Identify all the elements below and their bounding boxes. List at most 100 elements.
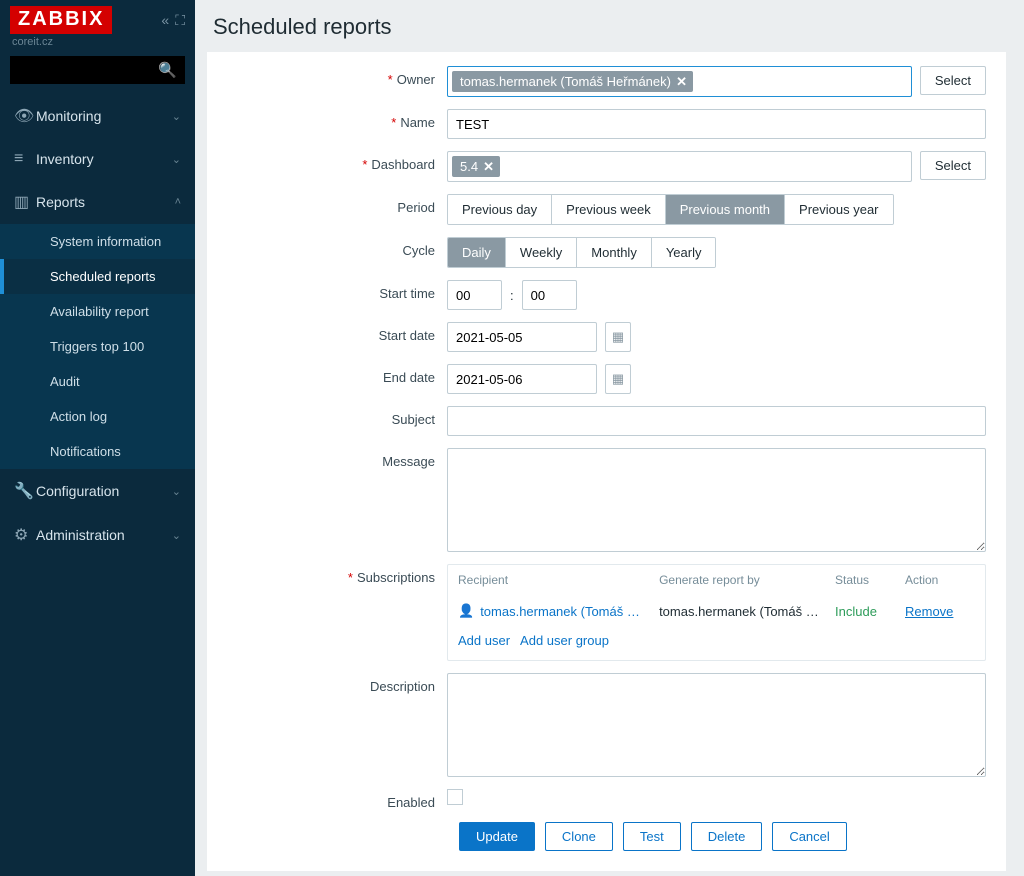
cycle-yearly[interactable]: Yearly [652, 238, 716, 267]
period-prev-month[interactable]: Previous month [666, 195, 785, 224]
message-textarea[interactable] [447, 448, 986, 552]
remove-icon[interactable]: ✕ [483, 159, 494, 175]
label-subscriptions: *Subscriptions [227, 564, 447, 585]
col-action: Action [905, 573, 975, 587]
label-start-time: Start time [227, 280, 447, 301]
label-enabled: Enabled [227, 789, 447, 810]
chevron-up-icon: ˄ [175, 196, 181, 208]
kiosk-icon[interactable]: ⛶ [175, 12, 185, 29]
sub-notifications[interactable]: Notifications [0, 434, 195, 469]
sub-system-information[interactable]: System information [0, 224, 195, 259]
dashboard-tag: 5.4 ✕ [452, 156, 500, 177]
nav-inventory[interactable]: ≡ Inventory ⌄ [0, 138, 195, 180]
sub-scheduled-reports[interactable]: Scheduled reports [0, 259, 195, 294]
nav-label: Configuration [36, 483, 119, 499]
start-time-hours[interactable] [447, 280, 502, 310]
nav-label: Reports [36, 194, 85, 210]
form-card: *Owner tomas.hermanek (Tomáš Heřmánek) ✕… [207, 52, 1006, 871]
add-user-group-link[interactable]: Add user group [520, 633, 609, 648]
nav-label: Inventory [36, 151, 94, 167]
brand-logo[interactable]: ZABBIX [10, 6, 112, 34]
collapse-icon[interactable]: « [161, 12, 169, 29]
calendar-icon[interactable]: ▦ [605, 364, 631, 394]
label-name: *Name [227, 109, 447, 130]
col-generate: Generate report by [659, 573, 835, 587]
time-separator: : [510, 288, 514, 303]
owner-tag: tomas.hermanek (Tomáš Heřmánek) ✕ [452, 71, 693, 92]
logo-row: ZABBIX « ⛶ [0, 0, 195, 36]
enabled-checkbox[interactable] [447, 789, 463, 805]
owner-multiselect[interactable]: tomas.hermanek (Tomáš Heřmánek) ✕ [447, 66, 912, 97]
list-icon: ≡ [14, 150, 36, 168]
col-status: Status [835, 573, 905, 587]
period-prev-year[interactable]: Previous year [785, 195, 892, 224]
bar-chart-icon: ▥ [14, 192, 36, 212]
sub-triggers-top-100[interactable]: Triggers top 100 [0, 329, 195, 364]
generate-by: tomas.hermanek (Tomáš … [659, 604, 835, 619]
gear-icon: ⚙ [14, 525, 36, 545]
user-icon: 👤 [458, 603, 474, 619]
sub-availability-report[interactable]: Availability report [0, 294, 195, 329]
subject-input[interactable] [447, 406, 986, 436]
name-input[interactable] [447, 109, 986, 139]
nav-reports[interactable]: ▥ Reports ˄ [0, 180, 195, 224]
status-toggle[interactable]: Include [835, 604, 877, 619]
remove-link[interactable]: Remove [905, 604, 953, 619]
nav-label: Monitoring [36, 108, 101, 124]
label-owner: *Owner [227, 66, 447, 87]
label-message: Message [227, 448, 447, 469]
cycle-monthly[interactable]: Monthly [577, 238, 652, 267]
chevron-down-icon: ⌄ [172, 153, 181, 166]
nav-monitoring[interactable]: 👁 Monitoring ⌄ [0, 94, 195, 138]
sidebar: ZABBIX « ⛶ coreit.cz 🔍 👁 Monitoring ⌄ ≡ … [0, 0, 195, 876]
delete-button[interactable]: Delete [691, 822, 763, 851]
col-recipient: Recipient [458, 573, 659, 587]
cycle-weekly[interactable]: Weekly [506, 238, 577, 267]
period-segmented: Previous day Previous week Previous mont… [447, 194, 894, 225]
main-content: Scheduled reports *Owner tomas.hermanek … [195, 0, 1024, 876]
search-icon[interactable]: 🔍 [158, 61, 177, 79]
subscriptions-table: Recipient Generate report by Status Acti… [447, 564, 986, 661]
period-prev-day[interactable]: Previous day [448, 195, 552, 224]
chevron-down-icon: ⌄ [172, 110, 181, 123]
label-start-date: Start date [227, 322, 447, 343]
period-prev-week[interactable]: Previous week [552, 195, 666, 224]
nav-configuration[interactable]: 🔧 Configuration ⌄ [0, 469, 195, 513]
cancel-button[interactable]: Cancel [772, 822, 846, 851]
add-user-link[interactable]: Add user [458, 633, 510, 648]
form-actions: Update Clone Test Delete Cancel [459, 822, 986, 851]
label-dashboard: *Dashboard [227, 151, 447, 172]
owner-select-button[interactable]: Select [920, 66, 986, 95]
eye-icon: 👁 [14, 106, 36, 126]
test-button[interactable]: Test [623, 822, 681, 851]
label-period: Period [227, 194, 447, 215]
start-time-minutes[interactable] [522, 280, 577, 310]
host-label: coreit.cz [0, 36, 195, 56]
nav-administration[interactable]: ⚙ Administration ⌄ [0, 513, 195, 557]
end-date-input[interactable] [447, 364, 597, 394]
chevron-down-icon: ⌄ [172, 485, 181, 498]
label-description: Description [227, 673, 447, 694]
label-end-date: End date [227, 364, 447, 385]
wrench-icon: 🔧 [14, 481, 36, 501]
calendar-icon[interactable]: ▦ [605, 322, 631, 352]
chevron-down-icon: ⌄ [172, 529, 181, 542]
search-wrapper: 🔍 [10, 56, 185, 84]
clone-button[interactable]: Clone [545, 822, 613, 851]
sub-audit[interactable]: Audit [0, 364, 195, 399]
label-cycle: Cycle [227, 237, 447, 258]
dashboard-select-button[interactable]: Select [920, 151, 986, 180]
recipient-link[interactable]: tomas.hermanek (Tomáš … [480, 604, 640, 619]
dashboard-multiselect[interactable]: 5.4 ✕ [447, 151, 912, 182]
sub-action-log[interactable]: Action log [0, 399, 195, 434]
update-button[interactable]: Update [459, 822, 535, 851]
description-textarea[interactable] [447, 673, 986, 777]
nav-reports-submenu: System information Scheduled reports Ava… [0, 224, 195, 469]
nav-label: Administration [36, 527, 125, 543]
cycle-daily[interactable]: Daily [448, 238, 506, 267]
start-date-input[interactable] [447, 322, 597, 352]
page-title: Scheduled reports [195, 0, 1024, 52]
remove-icon[interactable]: ✕ [676, 74, 687, 90]
subscription-row: 👤 tomas.hermanek (Tomáš … tomas.hermanek… [448, 595, 985, 627]
cycle-segmented: Daily Weekly Monthly Yearly [447, 237, 716, 268]
